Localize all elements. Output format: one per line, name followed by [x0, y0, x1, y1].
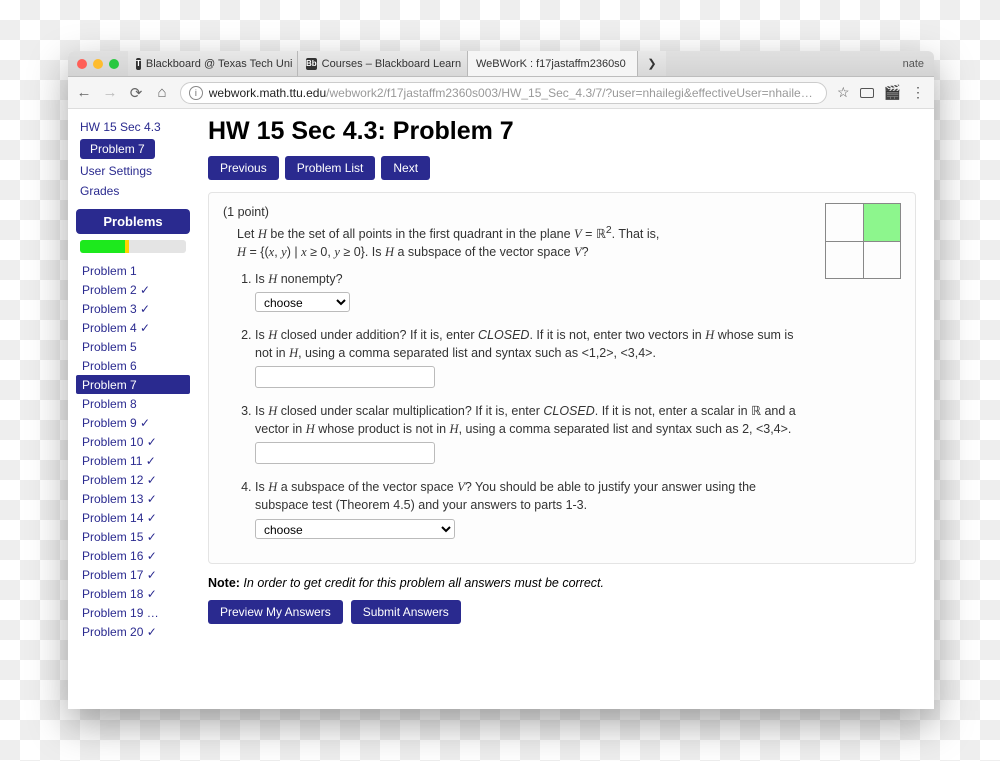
points-label: (1 point): [223, 203, 901, 221]
sidebar-problem-8[interactable]: Problem 8: [72, 394, 194, 413]
sidebar-problem-7[interactable]: Problem 7: [76, 375, 190, 394]
menu-icon[interactable]: ⋮: [911, 84, 926, 101]
favicon-icon: T: [136, 58, 141, 70]
sidebar-problem-13[interactable]: Problem 13 ✓: [72, 489, 194, 508]
sidebar-problem-2[interactable]: Problem 2 ✓: [72, 280, 194, 299]
sidebar: HW 15 Sec 4.3 Problem 7 User Settings Gr…: [68, 109, 198, 709]
profile-name[interactable]: nate: [893, 51, 934, 76]
sidebar-problem-20[interactable]: Problem 20 ✓: [72, 622, 194, 641]
question-2: Is H closed under addition? If it is, en…: [255, 326, 901, 388]
url-bar: ← → ⟳ ⌂ i webwork.math.ttu.edu/webwork2/…: [68, 77, 934, 109]
q3-input[interactable]: [255, 442, 435, 464]
tab-strip: T Blackboard @ Texas Tech Uni × Bb Cours…: [68, 51, 934, 77]
minimize-window-icon[interactable]: [93, 59, 103, 69]
sidebar-problem-4[interactable]: Problem 4 ✓: [72, 318, 194, 337]
tab-label: Courses – Blackboard Learn: [322, 58, 461, 70]
problem-list-button[interactable]: Problem List: [285, 156, 376, 180]
q4-select[interactable]: choose: [255, 519, 455, 539]
sidebar-problem-18[interactable]: Problem 18 ✓: [72, 584, 194, 603]
sidebar-problem-3[interactable]: Problem 3 ✓: [72, 299, 194, 318]
previous-button[interactable]: Previous: [208, 156, 279, 180]
window-controls: [68, 51, 128, 76]
submit-answers-button[interactable]: Submit Answers: [351, 600, 461, 624]
breadcrumb-hw[interactable]: HW 15 Sec 4.3: [72, 117, 194, 137]
sidebar-problem-11[interactable]: Problem 11 ✓: [72, 451, 194, 470]
extension-icon[interactable]: 🎬: [884, 84, 901, 101]
forward-icon[interactable]: →: [102, 84, 118, 101]
question-1: Is H nonempty? choose: [255, 270, 901, 312]
problem-intro: Let H be the set of all points in the fi…: [223, 223, 901, 261]
quadrant-figure: [825, 203, 901, 279]
url-text: webwork.math.ttu.edu/webwork2/f17jastaff…: [209, 86, 818, 100]
tab-blackboard-ttu[interactable]: T Blackboard @ Texas Tech Uni ×: [128, 51, 298, 76]
close-tab-icon[interactable]: ×: [631, 57, 638, 71]
progress-partial: [125, 240, 129, 253]
sidebar-problem-15[interactable]: Problem 15 ✓: [72, 527, 194, 546]
sidebar-problem-6[interactable]: Problem 6: [72, 356, 194, 375]
sidebar-problem-10[interactable]: Problem 10 ✓: [72, 432, 194, 451]
address-input[interactable]: i webwork.math.ttu.edu/webwork2/f17jasta…: [180, 82, 827, 104]
note: Note: In order to get credit for this pr…: [208, 576, 916, 590]
main: HW 15 Sec 4.3: Problem 7 Previous Proble…: [198, 109, 934, 709]
preview-answers-button[interactable]: Preview My Answers: [208, 600, 343, 624]
tab-blackboard-courses[interactable]: Bb Courses – Blackboard Learn ×: [298, 51, 468, 76]
tab-label: Blackboard @ Texas Tech Uni: [146, 58, 293, 70]
question-4: Is H a subspace of the vector space V? Y…: [255, 478, 901, 538]
tab-label: WeBWorK : f17jastaffm2360s0: [476, 58, 626, 70]
reload-icon[interactable]: ⟳: [128, 84, 144, 102]
close-window-icon[interactable]: [77, 59, 87, 69]
home-icon[interactable]: ⌂: [154, 84, 170, 101]
page-content: HW 15 Sec 4.3 Problem 7 User Settings Gr…: [68, 109, 934, 709]
progress-done: [80, 240, 125, 253]
problem-list: Problem 1Problem 2 ✓Problem 3 ✓Problem 4…: [72, 261, 194, 641]
q2-input[interactable]: [255, 366, 435, 388]
sidebar-problem-14[interactable]: Problem 14 ✓: [72, 508, 194, 527]
sidebar-problem-9[interactable]: Problem 9 ✓: [72, 413, 194, 432]
browser-window: T Blackboard @ Texas Tech Uni × Bb Cours…: [68, 51, 934, 709]
q1-select[interactable]: choose: [255, 292, 350, 312]
favicon-icon: Bb: [306, 58, 317, 70]
next-button[interactable]: Next: [381, 156, 430, 180]
problem-panel: (1 point) Let H be the set of all points…: [208, 192, 916, 564]
link-user-settings[interactable]: User Settings: [72, 161, 194, 181]
site-info-icon[interactable]: i: [189, 86, 203, 100]
progress-bar: [80, 240, 186, 253]
question-3: Is H closed under scalar multiplication?…: [255, 402, 901, 464]
sidebar-problem-1[interactable]: Problem 1: [72, 261, 194, 280]
tab-webwork[interactable]: WeBWorK : f17jastaffm2360s0 ×: [468, 51, 638, 76]
new-tab-button[interactable]: ❯: [638, 51, 666, 76]
sidebar-problem-12[interactable]: Problem 12 ✓: [72, 470, 194, 489]
sidebar-problem-16[interactable]: Problem 16 ✓: [72, 546, 194, 565]
sidebar-problem-5[interactable]: Problem 5: [72, 337, 194, 356]
problems-header: Problems: [76, 209, 190, 234]
back-icon[interactable]: ←: [76, 84, 92, 101]
link-grades[interactable]: Grades: [72, 181, 194, 201]
cast-icon[interactable]: [860, 88, 874, 98]
breadcrumb-current: Problem 7: [80, 139, 155, 159]
bookmark-icon[interactable]: ☆: [837, 84, 850, 101]
page-title: HW 15 Sec 4.3: Problem 7: [208, 117, 916, 146]
sidebar-problem-19[interactable]: Problem 19 …: [72, 603, 194, 622]
sidebar-problem-17[interactable]: Problem 17 ✓: [72, 565, 194, 584]
maximize-window-icon[interactable]: [109, 59, 119, 69]
